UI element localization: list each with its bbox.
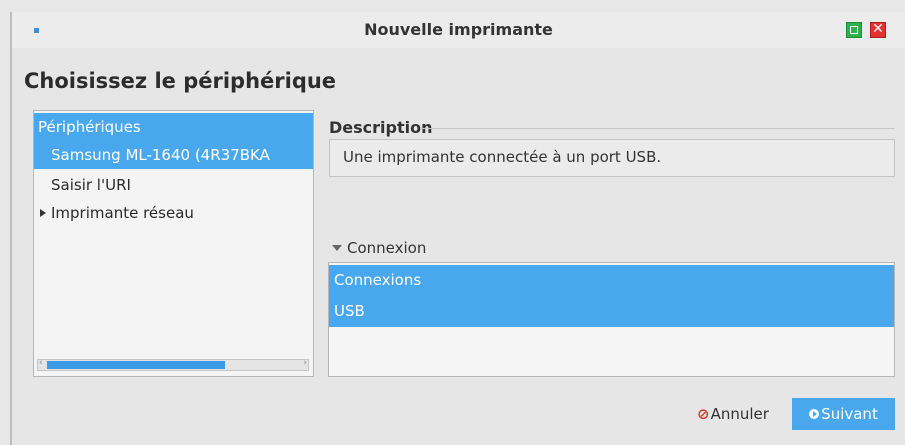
scroll-left-icon[interactable]: ‹ xyxy=(39,358,43,368)
cancel-icon: ⊘ xyxy=(697,405,710,423)
next-arrow-icon xyxy=(809,409,820,419)
expand-arrow-icon[interactable] xyxy=(40,209,46,217)
dialog-window: Nouvelle imprimante ✕ Choisissez le péri… xyxy=(10,12,905,445)
title-bar[interactable]: Nouvelle imprimante ✕ xyxy=(12,12,905,48)
device-item-uri[interactable]: Saisir l'URI xyxy=(34,171,313,199)
connection-list[interactable]: Connexions USB xyxy=(328,262,895,377)
device-item-network-label: Imprimante réseau xyxy=(51,204,194,222)
page-title: Choisissez le périphérique xyxy=(24,69,337,93)
description-divider xyxy=(420,128,895,129)
device-item-network-printer[interactable]: Imprimante réseau xyxy=(34,199,313,227)
collapse-arrow-icon[interactable] xyxy=(332,245,342,251)
device-item-samsung[interactable]: Samsung ML-1640 (4R37BKA xyxy=(34,141,313,169)
connection-toggle[interactable]: Connexion xyxy=(332,239,426,257)
device-list-header[interactable]: Périphériques xyxy=(34,113,313,141)
cancel-button[interactable]: ⊘Annuler xyxy=(683,398,783,430)
maximize-icon[interactable] xyxy=(846,22,862,38)
next-button-label: Suivant xyxy=(821,405,878,423)
next-button[interactable]: Suivant xyxy=(792,398,895,430)
cancel-button-label: Annuler xyxy=(710,405,769,423)
connection-toggle-label: Connexion xyxy=(347,239,427,257)
scrollbar-thumb[interactable] xyxy=(47,361,225,369)
device-list[interactable]: Périphériques Samsung ML-1640 (4R37BKA S… xyxy=(33,110,314,377)
close-icon[interactable]: ✕ xyxy=(870,22,886,38)
connection-list-header[interactable]: Connexions xyxy=(329,265,894,296)
connection-item-usb[interactable]: USB xyxy=(329,296,894,327)
description-text: Une imprimante connectée à un port USB. xyxy=(329,139,895,177)
horizontal-scrollbar[interactable]: ‹ › xyxy=(37,358,309,371)
scroll-right-icon[interactable]: › xyxy=(303,358,307,368)
window-title: Nouvelle imprimante xyxy=(364,20,553,39)
description-label: Description xyxy=(329,118,433,137)
